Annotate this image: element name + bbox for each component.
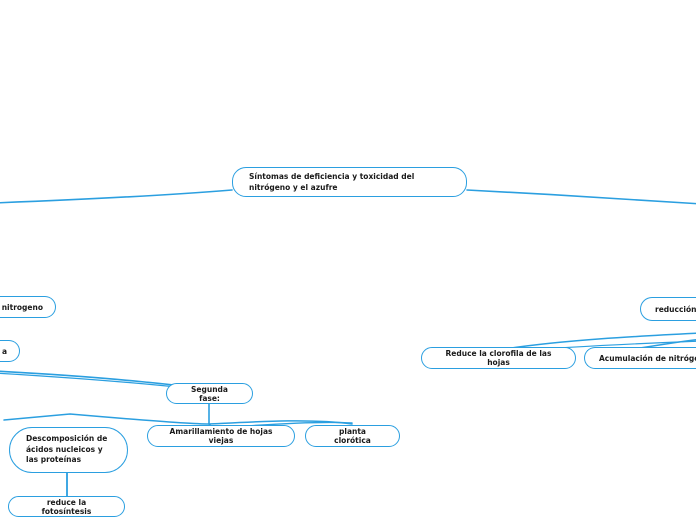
node-planta-clorotica-label: planta clorótica bbox=[334, 427, 371, 445]
node-planta-clorotica[interactable]: planta clorótica bbox=[305, 425, 400, 447]
edge-root-left bbox=[0, 189, 233, 204]
node-reduce-fotosintesis[interactable]: reduce la fotosíntesis bbox=[8, 496, 125, 517]
edge-segunda-fase-to-clorotica bbox=[208, 420, 353, 425]
node-segunda-fase[interactable]: Segunda fase: bbox=[166, 383, 253, 404]
node-amarillamiento-label: Amarillamiento de hojas viejas bbox=[169, 427, 273, 445]
edge-root-right bbox=[466, 189, 696, 205]
node-reduccion[interactable]: reducción bbox=[640, 297, 696, 321]
node-reduce-clorofila-label: Reduce la clorofila de las hojas bbox=[445, 349, 552, 367]
node-reduce-fotosintesis-label: reduce la fotosíntesis bbox=[41, 497, 92, 516]
node-root[interactable]: Síntomas de deficiencia y toxicidad del … bbox=[232, 167, 467, 197]
node-left-fragment[interactable]: a bbox=[0, 340, 20, 362]
edge-segunda-fase-to-descomposicion bbox=[3, 413, 210, 425]
node-reduce-clorofila[interactable]: Reduce la clorofila de las hojas bbox=[421, 347, 576, 369]
node-segunda-fase-label: Segunda fase: bbox=[191, 384, 228, 403]
node-descomposicion[interactable]: Descomposición de ácidos nucleicos y las… bbox=[9, 427, 128, 473]
node-nitrogeno[interactable]: nitrogeno bbox=[0, 296, 56, 318]
node-reduccion-label: reducción bbox=[655, 304, 696, 314]
node-acumulacion[interactable]: Acumulación de nitrógeno bbox=[584, 347, 696, 369]
node-nitrogeno-label: nitrogeno bbox=[1, 302, 43, 312]
node-root-label: Síntomas de deficiencia y toxicidad del … bbox=[249, 172, 415, 192]
node-amarillamiento[interactable]: Amarillamiento de hojas viejas bbox=[147, 425, 295, 447]
node-descomposicion-label: Descomposición de ácidos nucleicos y las… bbox=[26, 434, 108, 465]
mindmap-canvas[interactable]: Síntomas de deficiencia y toxicidad del … bbox=[0, 0, 696, 520]
node-acumulacion-label: Acumulación de nitrógeno bbox=[599, 353, 696, 363]
node-left-fragment-label: a bbox=[1, 346, 7, 356]
